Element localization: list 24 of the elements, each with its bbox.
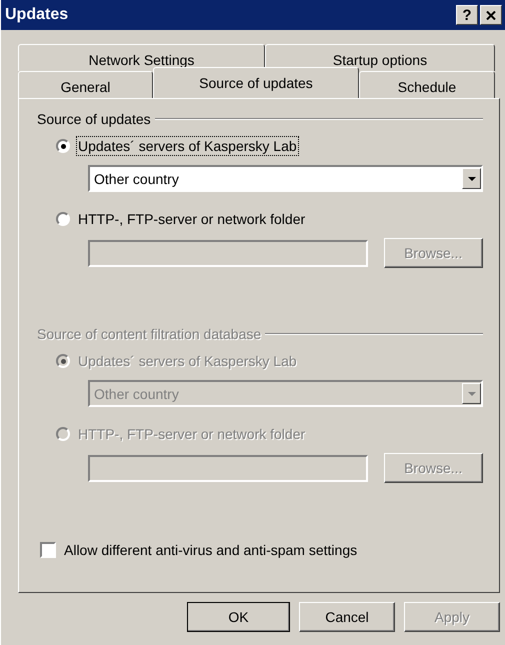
radio-label[interactable]: Updates´ servers of Kaspersky Lab: [78, 138, 297, 154]
radio-button[interactable]: [56, 212, 70, 226]
tab[interactable]: Startup options: [265, 44, 495, 71]
close-button[interactable]: [480, 5, 502, 25]
group-title: Source of content filtration database: [37, 326, 262, 342]
radio-button[interactable]: [56, 139, 70, 153]
close-icon: [486, 10, 496, 20]
radio-label[interactable]: HTTP-, FTP-server or network folder: [78, 211, 306, 227]
dialog-button[interactable]: Cancel: [299, 602, 395, 632]
group-title: Source of updates: [37, 111, 151, 127]
checkbox[interactable]: [40, 542, 56, 558]
tab[interactable]: Network Settings: [18, 44, 265, 71]
dropdown-button[interactable]: [462, 383, 481, 404]
checkbox-label[interactable]: Allow different anti-virus and anti-spam settings: [64, 542, 358, 558]
help-button[interactable]: ?: [456, 5, 478, 25]
caret-icon: [468, 392, 476, 396]
country-dropdown[interactable]: Other country: [88, 165, 483, 192]
tab[interactable]: Source of updates: [153, 67, 359, 98]
dropdown-button[interactable]: [462, 168, 481, 189]
tab[interactable]: Schedule: [359, 71, 495, 98]
window-title: Updates: [5, 6, 68, 24]
caret-icon: [468, 176, 476, 180]
tab[interactable]: General: [18, 71, 153, 98]
dialog-button[interactable]: OK: [187, 602, 290, 632]
